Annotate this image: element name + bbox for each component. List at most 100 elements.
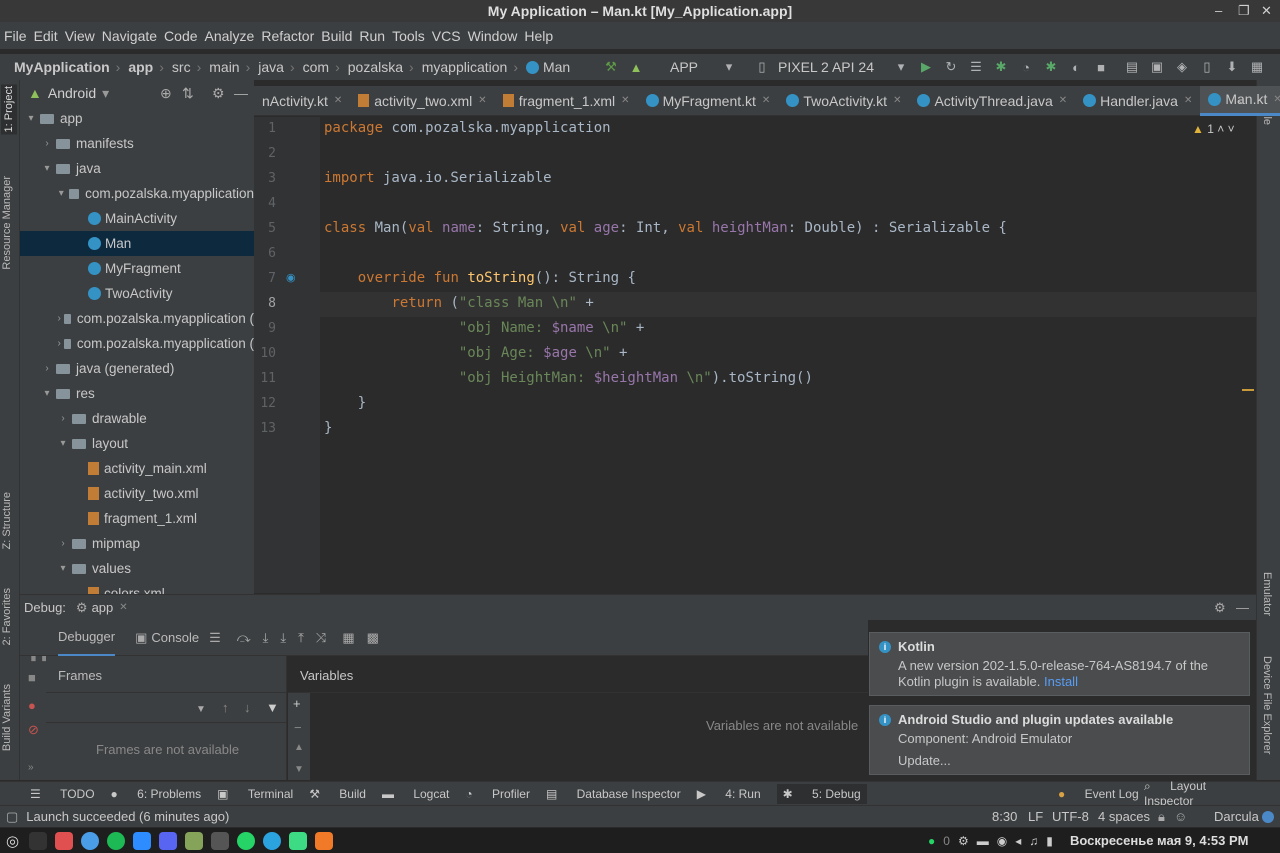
chevron-down-icon[interactable]: ▾ [102,85,109,102]
zoom-icon[interactable] [133,831,152,850]
sync-icon[interactable]: ▣ [1148,58,1166,76]
settings-icon[interactable]: ⚙ [1214,600,1226,616]
menu-view[interactable]: View [65,28,95,44]
chevron-right-icon[interactable]: › [40,363,54,374]
update-link[interactable]: Update... [898,753,1241,769]
coverage-icon[interactable]: ◐ [1067,58,1085,76]
tab-emulator[interactable]: Emulator [1261,572,1273,616]
chevron-right-icon[interactable]: › [56,338,62,349]
tree-item[interactable]: › com.pozalska.myapplication ( [20,306,254,331]
show-execution-point-icon[interactable]: ⤼ [237,630,251,646]
move-up-icon[interactable]: ▲ [294,742,304,753]
tool-problems[interactable]: ● 6: Problems [111,787,202,801]
add-watch-icon[interactable]: + [293,696,301,711]
project-view-select[interactable]: Android [48,85,96,101]
menu-refactor[interactable]: Refactor [261,28,314,44]
close-icon[interactable]: ✕ [119,602,127,613]
caret-position[interactable]: 8:30 [992,809,1017,824]
layout-inspector-button[interactable]: ⌕ Layout Inspector [1144,779,1264,808]
tree-item[interactable]: MainActivity [20,206,254,231]
event-log-button[interactable]: ● Event Log [1058,787,1155,801]
run-config-select[interactable]: APP [670,59,720,75]
collapse-icon[interactable]: ⇅ [182,85,194,102]
tree-item[interactable]: fragment_1.xml [20,506,254,531]
close-icon[interactable]: ✕ [893,95,901,106]
run-to-cursor-icon[interactable]: ⤨ [316,630,326,646]
tool-build[interactable]: ⚒ Build [309,787,366,801]
chevron-down-icon[interactable]: ▾ [40,163,54,174]
editor-tab[interactable]: Handler.java ✕ [1075,86,1200,116]
trace-icon[interactable]: ▩ [367,630,379,646]
tool-run[interactable]: ▶ 4: Run [697,787,761,801]
evaluate-icon[interactable]: ▦ [342,630,354,646]
spotify-icon[interactable] [107,831,126,850]
line-separator[interactable]: LF [1028,809,1043,824]
inspector-icon[interactable]: ☺ [1174,809,1187,824]
tool-database[interactable]: ▤ Database Inspector [546,787,681,801]
hide-icon[interactable]: — [234,85,248,101]
gradle-sync-icon[interactable]: ◈ [1173,58,1191,76]
step-out-icon[interactable]: ⤒ [298,630,304,646]
kotlin-notification[interactable]: i Kotlin A new version 202-1.5.0-release… [869,632,1250,696]
step-into-icon[interactable]: ⤓ [280,630,286,646]
tree-item[interactable]: MyFragment [20,256,254,281]
theme-name[interactable]: Darcula [1214,809,1259,824]
menu-window[interactable]: Window [468,28,518,44]
tree-item[interactable]: ▾ com.pozalska.myapplication [20,181,254,206]
mute-breakpoints-icon[interactable]: ⊘ [28,722,39,738]
breadcrumb-item[interactable]: java [258,59,284,75]
close-icon[interactable]: ✕ [621,95,629,106]
stop-icon[interactable]: ■ [1092,58,1110,76]
tab-debugger[interactable]: Debugger [58,619,116,656]
tree-item[interactable]: TwoActivity [20,281,254,306]
tree-item[interactable]: ▾ app [20,106,254,131]
menu-run[interactable]: Run [359,28,385,44]
tree-item[interactable]: colors.xml [20,581,254,594]
chevron-down-icon[interactable]: ⌄ [1236,92,1247,108]
tree-item[interactable]: ▾ values [20,556,254,581]
chevron-down-icon[interactable]: ▾ [892,58,910,76]
debug-session-tab[interactable]: app [92,600,114,615]
filter-icon[interactable]: ▼ [266,700,279,715]
tab-build-variants[interactable]: Build Variants [1,684,13,751]
menu-file[interactable]: File [4,28,27,44]
locate-icon[interactable]: ⊕ [160,85,172,102]
menu-navigate[interactable]: Navigate [102,28,157,44]
menu-help[interactable]: Help [524,28,553,44]
memory-indicator-icon[interactable] [1262,811,1274,823]
breakpoints-icon[interactable]: ● [28,698,36,713]
tree-item[interactable]: ▾ java [20,156,254,181]
chrome-icon[interactable] [81,831,100,850]
breadcrumb-item[interactable]: myapplication [422,59,508,75]
debug-icon[interactable]: ✱ [992,58,1010,76]
editor-tab[interactable]: activity_two.xml ✕ [350,86,494,116]
terminal-app-icon[interactable] [29,831,48,850]
menu-icon[interactable]: ☰ [209,630,221,646]
layout-inspector-icon[interactable]: ▦ [1248,58,1266,76]
chevron-down-icon[interactable]: ▾ [720,58,738,76]
whatsapp-tray-icon[interactable]: ● [928,834,935,848]
chevron-down-icon[interactable]: ▾ [56,188,67,199]
chevron-down-icon[interactable]: ▼ [196,704,206,715]
tree-item[interactable]: ▾ res [20,381,254,406]
hide-icon[interactable]: — [1236,600,1249,615]
arrow-up-icon[interactable]: ↑ [222,700,229,715]
breadcrumb-item[interactable]: com [303,59,329,75]
clock[interactable]: Воскресенье мая 9, 4:53 PM [1070,833,1249,848]
editor-tab[interactable]: TwoActivity.kt ✕ [778,86,909,116]
tab-device-file-explorer[interactable]: Device File Explorer [1261,656,1273,754]
tool-debug[interactable]: ✱ 5: Debug [776,783,867,804]
close-icon[interactable]: ✕ [1273,94,1280,105]
breadcrumb-item[interactable]: app [128,59,153,75]
files-manager-icon[interactable] [211,831,230,850]
telegram-icon[interactable] [263,831,282,850]
tree-item[interactable]: › mipmap [20,531,254,556]
avd-manager-icon[interactable]: ▯ [1198,58,1216,76]
editor-tab[interactable]: nActivity.kt ✕ [254,86,350,116]
menu-vcs[interactable]: VCS [432,28,461,44]
code-editor[interactable]: ▲ 1 ˄ ˅ package com.pozalska.myapplicati… [320,117,1256,593]
error-stripe-mark[interactable] [1242,389,1254,391]
wifi-icon[interactable]: ◉ [997,834,1007,848]
tool-logcat[interactable]: ▬ Logcat [382,787,449,801]
breadcrumb-item[interactable]: pozalska [348,59,403,75]
